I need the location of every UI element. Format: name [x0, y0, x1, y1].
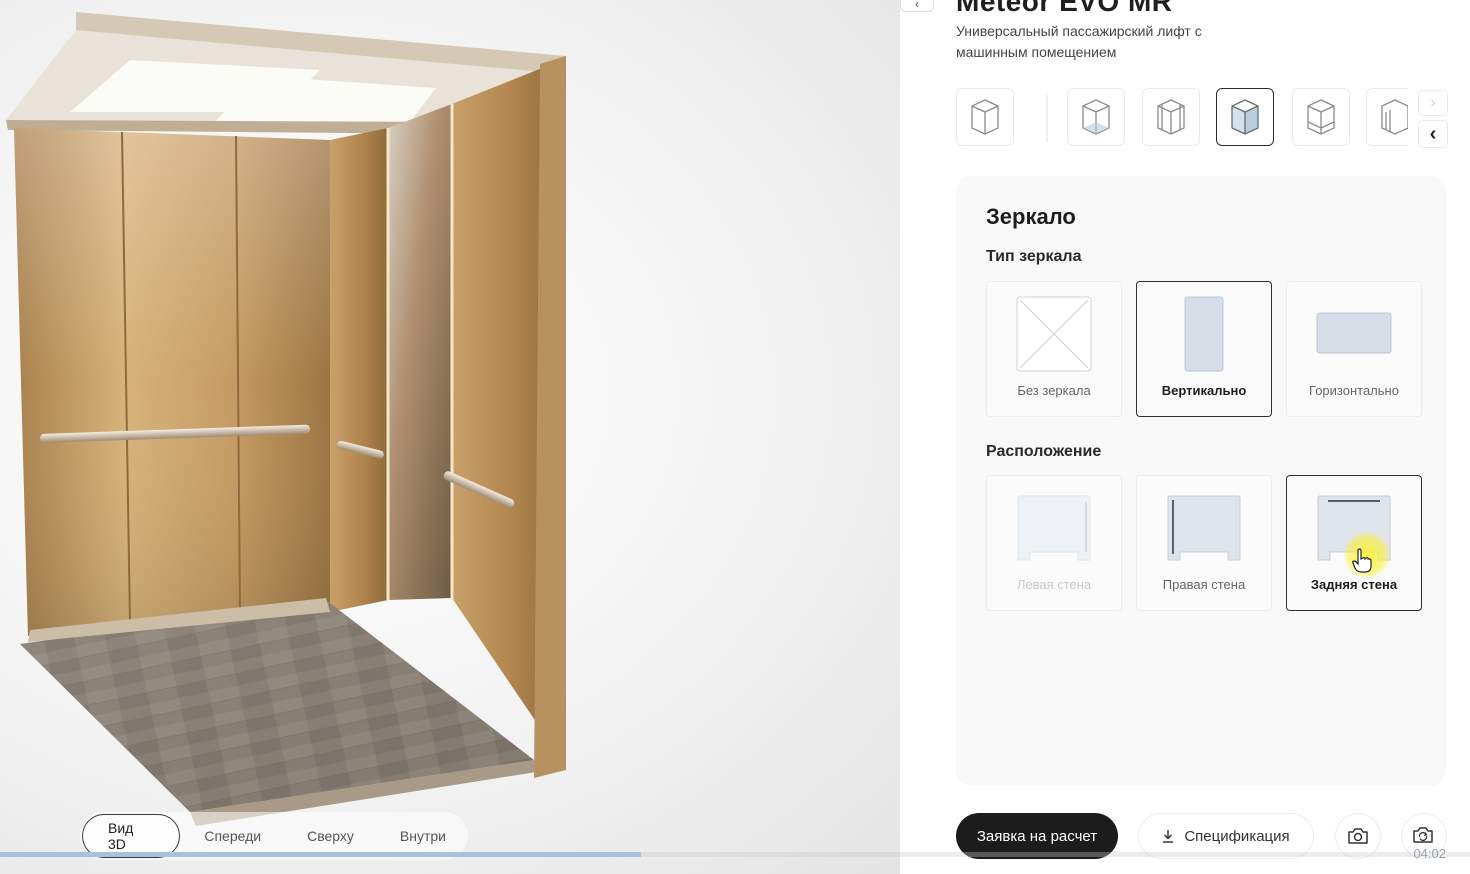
product-title: Meteor EVO MR	[956, 0, 1173, 17]
thumbnail-divider	[1046, 94, 1048, 142]
thumb-cabin-3[interactable]	[1142, 88, 1200, 146]
chevron-left-icon: ‹	[1429, 122, 1437, 145]
camera-icon	[1348, 828, 1368, 844]
cabin-door-icon	[1381, 99, 1408, 135]
chevron-right-icon: ›	[1430, 94, 1436, 111]
option-left-wall[interactable]: Левая стена	[986, 475, 1122, 611]
cube-icon	[971, 99, 999, 135]
product-subtitle: Универсальный пассажирский лифт с машинн…	[956, 23, 1202, 60]
hand-pointer-icon	[1352, 548, 1372, 573]
option-no-mirror[interactable]: Без зеркала	[986, 281, 1122, 417]
thumb-cabin-mirror[interactable]	[1216, 88, 1274, 146]
section-title-mirror: Зеркало	[986, 204, 1076, 229]
left-wall-icon	[1017, 495, 1091, 561]
video-timestamp: 04:02	[1413, 846, 1446, 861]
option-right-wall[interactable]: Правая стена	[1136, 475, 1272, 611]
component-thumbnails	[956, 86, 1408, 150]
thumb-cabin-5[interactable]	[1292, 88, 1350, 146]
back-button[interactable]: ‹	[900, 0, 934, 12]
right-wall-icon	[1167, 495, 1241, 561]
thumbs-prev-button[interactable]: ‹	[1418, 120, 1448, 148]
thumb-cabin-1[interactable]	[956, 88, 1014, 146]
option-label: Горизонтально	[1309, 383, 1399, 398]
thumb-cabin-6[interactable]	[1366, 88, 1408, 146]
camera-rotate-icon	[1413, 827, 1433, 843]
thumb-cabin-2[interactable]	[1067, 88, 1125, 146]
option-label: Вертикально	[1161, 383, 1247, 398]
option-label: Без зеркала	[1017, 383, 1091, 398]
horizontal-mirror-icon	[1316, 312, 1392, 354]
download-icon	[1163, 830, 1174, 843]
cabin-mirror-icon	[1231, 99, 1259, 135]
cabin-walls-icon	[1082, 99, 1110, 135]
vertical-mirror-icon	[1184, 296, 1224, 372]
video-progress-fill	[0, 852, 641, 857]
option-label: Левая стена	[1016, 577, 1092, 592]
option-label: Правая стена	[1162, 577, 1246, 592]
cabin-3d-viewport[interactable]: Вид 3D Спереди Сверху Внутри	[0, 0, 900, 874]
chevron-left-icon: ‹	[915, 0, 919, 11]
cabin-handrail-icon	[1157, 99, 1185, 135]
option-label: Задняя стена	[1310, 577, 1398, 592]
mirror-type-label: Тип зеркала	[986, 248, 1082, 265]
specification-label: Спецификация	[1184, 827, 1290, 845]
request-quote-label: Заявка на расчет	[976, 827, 1098, 845]
elevator-cabin-render[interactable]	[0, 0, 900, 874]
no-mirror-icon	[1016, 296, 1092, 372]
mirror-position-label: Расположение	[986, 443, 1102, 460]
thumbs-next-button[interactable]: ›	[1418, 90, 1448, 116]
option-horizontal-mirror[interactable]: Горизонтально	[1286, 281, 1422, 417]
option-vertical-mirror[interactable]: Вертикально	[1136, 281, 1272, 417]
cabin-floor-icon	[1307, 99, 1335, 135]
